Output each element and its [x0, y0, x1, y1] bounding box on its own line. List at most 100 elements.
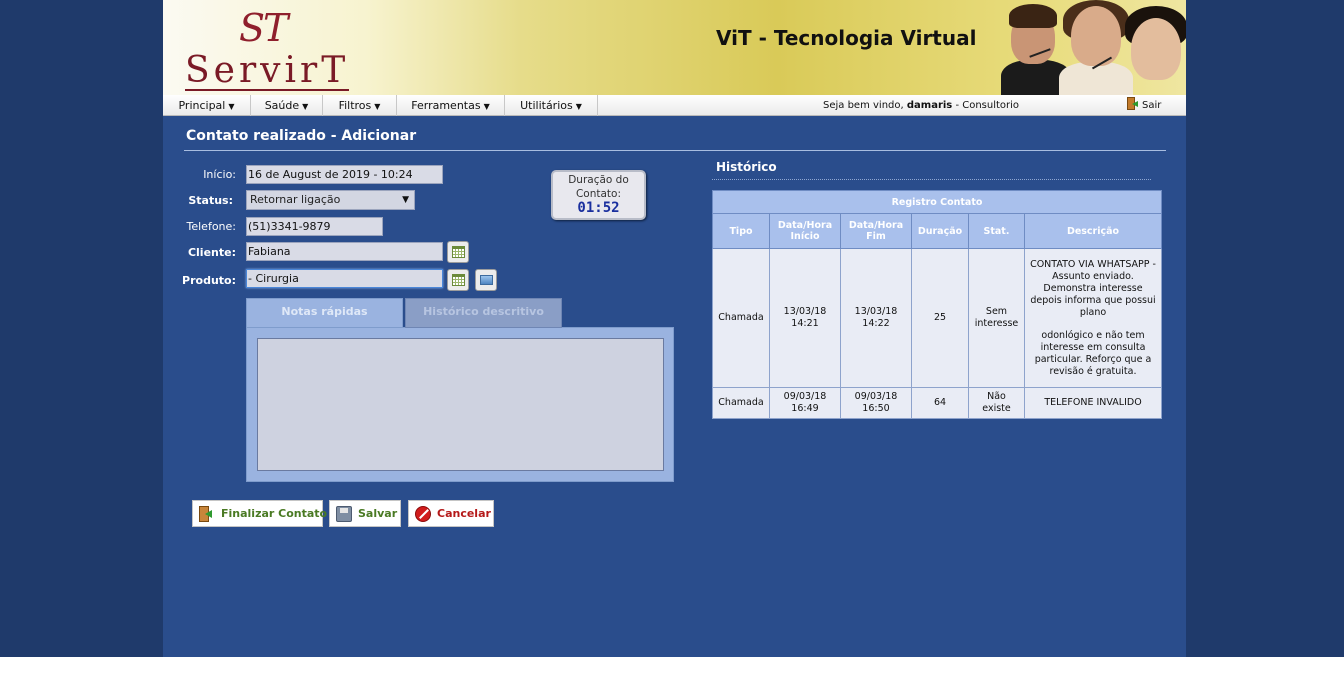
- menu-saude[interactable]: Saúde ▼: [251, 95, 323, 116]
- logout-button[interactable]: Sair: [1127, 95, 1161, 116]
- col-header-descricao: Descrição: [1024, 213, 1162, 249]
- finalize-contact-button[interactable]: Finalizar Contato: [192, 500, 327, 527]
- inicio-field[interactable]: 16 de August de 2019 - 10:24: [246, 165, 443, 184]
- menu-label: Saúde: [264, 99, 300, 112]
- contact-duration-box: Duração do Contato: 01:52: [551, 170, 646, 220]
- app-container: ST ServirT ViT - Tecnologia Virtual Prin…: [163, 0, 1186, 657]
- servirt-logo[interactable]: ST ServirT: [181, 6, 361, 92]
- cell-time: 14:21: [791, 318, 819, 329]
- produto-lookup-button[interactable]: [447, 269, 469, 291]
- logout-label: Sair: [1142, 100, 1162, 111]
- welcome-prefix: Seja bem vindo,: [823, 100, 904, 111]
- dropdown-arrow-icon: ▼: [402, 195, 409, 205]
- photo-person-2-head: [1071, 6, 1121, 66]
- cell-tipo: Chamada: [712, 387, 770, 419]
- inicio-label: Início:: [203, 168, 236, 181]
- cell-date: 13/03/18: [854, 306, 898, 317]
- cell-time: 16:50: [862, 403, 890, 414]
- history-caption-row: Registro Contato: [712, 190, 1162, 214]
- tab-historico-descritivo[interactable]: Histórico descritivo: [405, 298, 562, 328]
- cliente-label: Cliente:: [187, 246, 236, 259]
- cell-descricao-p2: odonlógico e não tem interesse em consul…: [1034, 329, 1152, 377]
- brand-title: ViT - Tecnologia Virtual: [716, 26, 977, 50]
- col-header-stat: Stat.: [968, 213, 1025, 249]
- cell-stat-line: interesse: [974, 318, 1019, 329]
- logo-name: ServirT: [185, 50, 350, 91]
- produto-field[interactable]: - Cirurgia: [246, 269, 443, 288]
- cell-duracao: 25: [911, 248, 969, 388]
- col-header-fim: Data/Hora Fim: [840, 213, 912, 249]
- cell-stat-line: existe: [982, 403, 1011, 414]
- menu-utilitarios[interactable]: Utilitários ▼: [505, 95, 598, 116]
- exit-door-icon: [1127, 97, 1139, 110]
- floppy-disk-icon: [336, 506, 352, 522]
- image-icon: [480, 275, 493, 285]
- produto-image-button[interactable]: [475, 269, 497, 291]
- duration-value: 01:52: [577, 200, 620, 216]
- tab-notas-rapidas[interactable]: Notas rápidas: [246, 298, 403, 328]
- cell-stat-line: Sem: [985, 306, 1008, 317]
- cell-date: 09/03/18: [783, 391, 827, 402]
- history-header-row: Tipo Data/Hora Início Data/Hora Fim Dura…: [712, 213, 1162, 249]
- chevron-down-icon: ▼: [228, 102, 235, 111]
- quick-notes-textarea[interactable]: [257, 338, 664, 471]
- chevron-down-icon: ▼: [302, 102, 309, 111]
- table-row[interactable]: Chamada 09/03/18 16:49 09/03/18 16:50 64 N…: [712, 387, 1162, 419]
- telefone-label: Telefone:: [186, 220, 237, 233]
- cell-duracao: 64: [911, 387, 969, 419]
- cell-fim: 09/03/18 16:50: [840, 387, 912, 419]
- arrow-left-icon: [205, 510, 212, 518]
- cell-inicio: 09/03/18 16:49: [769, 387, 841, 419]
- history-divider: [712, 179, 1151, 180]
- history-title: Histórico: [716, 160, 777, 174]
- duration-label-line1: Duração do: [568, 174, 629, 186]
- cell-fim: 13/03/18 14:22: [840, 248, 912, 388]
- notes-tab-panel: [246, 327, 674, 482]
- menu-ferramentas[interactable]: Ferramentas ▼: [397, 95, 505, 116]
- header-banner: ST ServirT ViT - Tecnologia Virtual: [163, 0, 1186, 95]
- page-title: Contato realizado - Adicionar: [186, 128, 417, 144]
- menu-label: Utilitários: [520, 99, 573, 112]
- save-label: Salvar: [358, 507, 398, 520]
- username: damaris: [906, 100, 953, 111]
- cell-time: 16:49: [791, 403, 819, 414]
- cliente-field[interactable]: Fabiana: [246, 242, 443, 261]
- cell-descricao-p1: CONTATO VIA WHATSAPP - Assunto enviado. …: [1030, 258, 1156, 318]
- cell-stat-line: Não: [987, 391, 1006, 402]
- cell-tipo: Chamada: [712, 248, 770, 388]
- table-row[interactable]: Chamada 13/03/18 14:21 13/03/18 14:22 25 S…: [712, 248, 1162, 388]
- cliente-lookup-button[interactable]: [447, 241, 469, 263]
- telefone-field[interactable]: (51)3341-9879: [246, 217, 383, 236]
- chevron-down-icon: ▼: [575, 102, 582, 111]
- table-lookup-icon: [452, 246, 465, 258]
- cancel-label: Cancelar: [437, 507, 491, 520]
- cell-date: 09/03/18: [854, 391, 898, 402]
- chevron-down-icon: ▼: [483, 102, 490, 111]
- duration-label-line2: Contato:: [575, 188, 622, 200]
- status-select[interactable]: Retornar ligação ▼: [246, 190, 415, 210]
- menu-label: Ferramentas: [411, 99, 481, 112]
- menu-principal[interactable]: Principal ▼: [163, 95, 251, 116]
- table-lookup-icon: [452, 274, 465, 286]
- cell-date: 13/03/18: [783, 306, 827, 317]
- cancel-button[interactable]: Cancelar: [408, 500, 494, 527]
- welcome-message: Seja bem vindo, damaris - Consultorio: [823, 95, 1019, 116]
- logo-underline: [185, 89, 349, 91]
- menu-filtros[interactable]: Filtros ▼: [323, 95, 397, 116]
- cell-inicio: 13/03/18 14:21: [769, 248, 841, 388]
- cell-stat: Sem interesse: [968, 248, 1025, 388]
- cell-descricao: CONTATO VIA WHATSAPP - Assunto enviado. …: [1024, 248, 1162, 388]
- main-menu-bar: Principal ▼ Saúde ▼ Filtros ▼ Ferramentas ▼ …: [163, 95, 1186, 116]
- chevron-down-icon: ▼: [374, 102, 381, 111]
- cell-time: 14:22: [862, 318, 890, 329]
- logo-st-mark: ST: [239, 6, 288, 50]
- cancel-icon: [415, 506, 431, 522]
- menu-label: Filtros: [338, 99, 372, 112]
- col-header-tipo: Tipo: [712, 213, 770, 249]
- cell-stat: Não existe: [968, 387, 1025, 419]
- save-button[interactable]: Salvar: [329, 500, 401, 527]
- cell-descricao-p1: TELEFONE INVALIDO: [1044, 397, 1142, 408]
- status-selected-value: Retornar ligação: [250, 193, 341, 206]
- call-center-photo: [1001, 0, 1186, 95]
- history-table: Registro Contato Tipo Data/Hora Início D…: [712, 190, 1162, 419]
